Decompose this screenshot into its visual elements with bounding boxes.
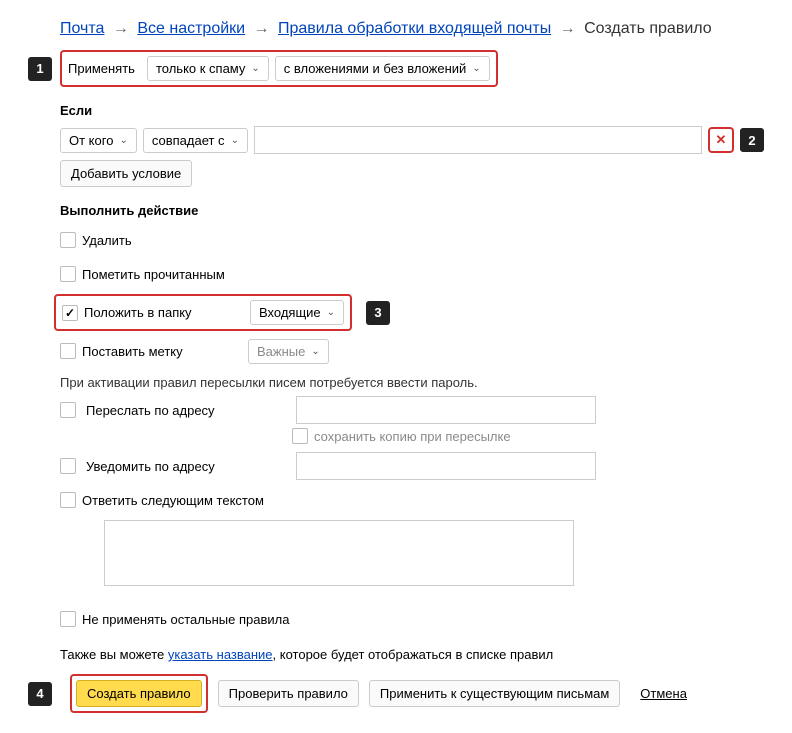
callout-4: 4 bbox=[28, 682, 52, 706]
forward-address-input[interactable] bbox=[296, 396, 596, 424]
keep-copy-checkbox[interactable] bbox=[292, 428, 308, 444]
forward-label: Переслать по адресу bbox=[86, 403, 286, 418]
chevron-down-icon: ⌄ bbox=[119, 135, 127, 146]
chevron-down-icon: ⌄ bbox=[251, 63, 259, 74]
set-label-checkbox[interactable] bbox=[60, 343, 76, 359]
footer-note: Также вы можете указать название, которо… bbox=[60, 647, 772, 662]
apply-group: Применять только к спаму ⌄ с вложениями … bbox=[60, 50, 498, 87]
apply-spam-value: только к спаму bbox=[156, 61, 245, 76]
condition-match-value: совпадает с bbox=[152, 133, 225, 148]
breadcrumb-current: Создать правило bbox=[584, 20, 712, 37]
move-folder-label: Положить в папку bbox=[84, 305, 244, 320]
move-folder-group: Положить в папку Входящие ⌄ bbox=[54, 294, 352, 331]
condition-match-select[interactable]: совпадает с ⌄ bbox=[143, 128, 248, 153]
breadcrumb-mail[interactable]: Почта bbox=[60, 20, 104, 37]
callout-1: 1 bbox=[28, 57, 52, 81]
condition-title: Если bbox=[60, 103, 772, 118]
arrow-icon: → bbox=[113, 20, 129, 37]
condition-value-input[interactable] bbox=[254, 126, 702, 154]
skip-others-checkbox[interactable] bbox=[60, 611, 76, 627]
create-rule-button[interactable]: Создать правило bbox=[76, 680, 202, 707]
forward-help-text: При активации правил пересылки писем пот… bbox=[60, 375, 772, 390]
set-name-link[interactable]: указать название bbox=[168, 647, 273, 662]
mark-read-label: Пометить прочитанным bbox=[82, 267, 225, 282]
close-icon: ✕ bbox=[716, 132, 727, 148]
reply-checkbox[interactable] bbox=[60, 492, 76, 508]
arrow-icon: → bbox=[560, 20, 576, 37]
condition-field-select[interactable]: От кого ⌄ bbox=[60, 128, 137, 153]
forward-checkbox[interactable] bbox=[60, 402, 76, 418]
keep-copy-label: сохранить копию при пересылке bbox=[314, 429, 511, 444]
breadcrumb: Почта → Все настройки → Правила обработк… bbox=[60, 20, 772, 38]
notify-address-input[interactable] bbox=[296, 452, 596, 480]
delete-label: Удалить bbox=[82, 233, 132, 248]
actions-title: Выполнить действие bbox=[60, 203, 772, 218]
cancel-link[interactable]: Отмена bbox=[640, 686, 687, 701]
check-rule-button[interactable]: Проверить правило bbox=[218, 680, 359, 707]
notify-label: Уведомить по адресу bbox=[86, 459, 286, 474]
remove-condition-button[interactable]: ✕ bbox=[708, 127, 734, 153]
breadcrumb-settings[interactable]: Все настройки bbox=[137, 20, 245, 37]
add-condition-button[interactable]: Добавить условие bbox=[60, 160, 192, 187]
chevron-down-icon: ⌄ bbox=[472, 63, 480, 74]
actions-section: Выполнить действие Удалить Пометить проч… bbox=[60, 203, 772, 662]
notify-checkbox[interactable] bbox=[60, 458, 76, 474]
chevron-down-icon: ⌄ bbox=[231, 135, 239, 146]
delete-checkbox[interactable] bbox=[60, 232, 76, 248]
breadcrumb-rules[interactable]: Правила обработки входящей почты bbox=[278, 20, 551, 37]
apply-attachments-value: с вложениями и без вложений bbox=[284, 61, 467, 76]
set-label-label: Поставить метку bbox=[82, 344, 242, 359]
callout-2: 2 bbox=[740, 128, 764, 152]
folder-select-value: Входящие bbox=[259, 305, 321, 320]
apply-label: Применять bbox=[68, 61, 135, 76]
chevron-down-icon: ⌄ bbox=[311, 346, 319, 357]
reply-label: Ответить следующим текстом bbox=[82, 493, 264, 508]
footer-note-after: , которое будет отображаться в списке пр… bbox=[273, 647, 554, 662]
condition-section: Если От кого ⌄ совпадает с ⌄ ✕ 2 Добавит… bbox=[60, 103, 772, 187]
chevron-down-icon: ⌄ bbox=[327, 307, 335, 318]
apply-spam-select[interactable]: только к спаму ⌄ bbox=[147, 56, 269, 81]
label-select[interactable]: Важные ⌄ bbox=[248, 339, 329, 364]
condition-field-value: От кого bbox=[69, 133, 113, 148]
skip-others-label: Не применять остальные правила bbox=[82, 612, 289, 627]
apply-existing-button[interactable]: Применить к существующим письмам bbox=[369, 680, 620, 707]
apply-attachments-select[interactable]: с вложениями и без вложений ⌄ bbox=[275, 56, 490, 81]
move-folder-checkbox[interactable] bbox=[62, 305, 78, 321]
callout-3: 3 bbox=[366, 301, 390, 325]
footer-note-before: Также вы можете bbox=[60, 647, 168, 662]
create-rule-highlight: Создать правило bbox=[70, 674, 208, 713]
arrow-icon: → bbox=[254, 20, 270, 37]
folder-select[interactable]: Входящие ⌄ bbox=[250, 300, 344, 325]
reply-text-input[interactable] bbox=[104, 520, 574, 586]
mark-read-checkbox[interactable] bbox=[60, 266, 76, 282]
label-select-value: Важные bbox=[257, 344, 305, 359]
